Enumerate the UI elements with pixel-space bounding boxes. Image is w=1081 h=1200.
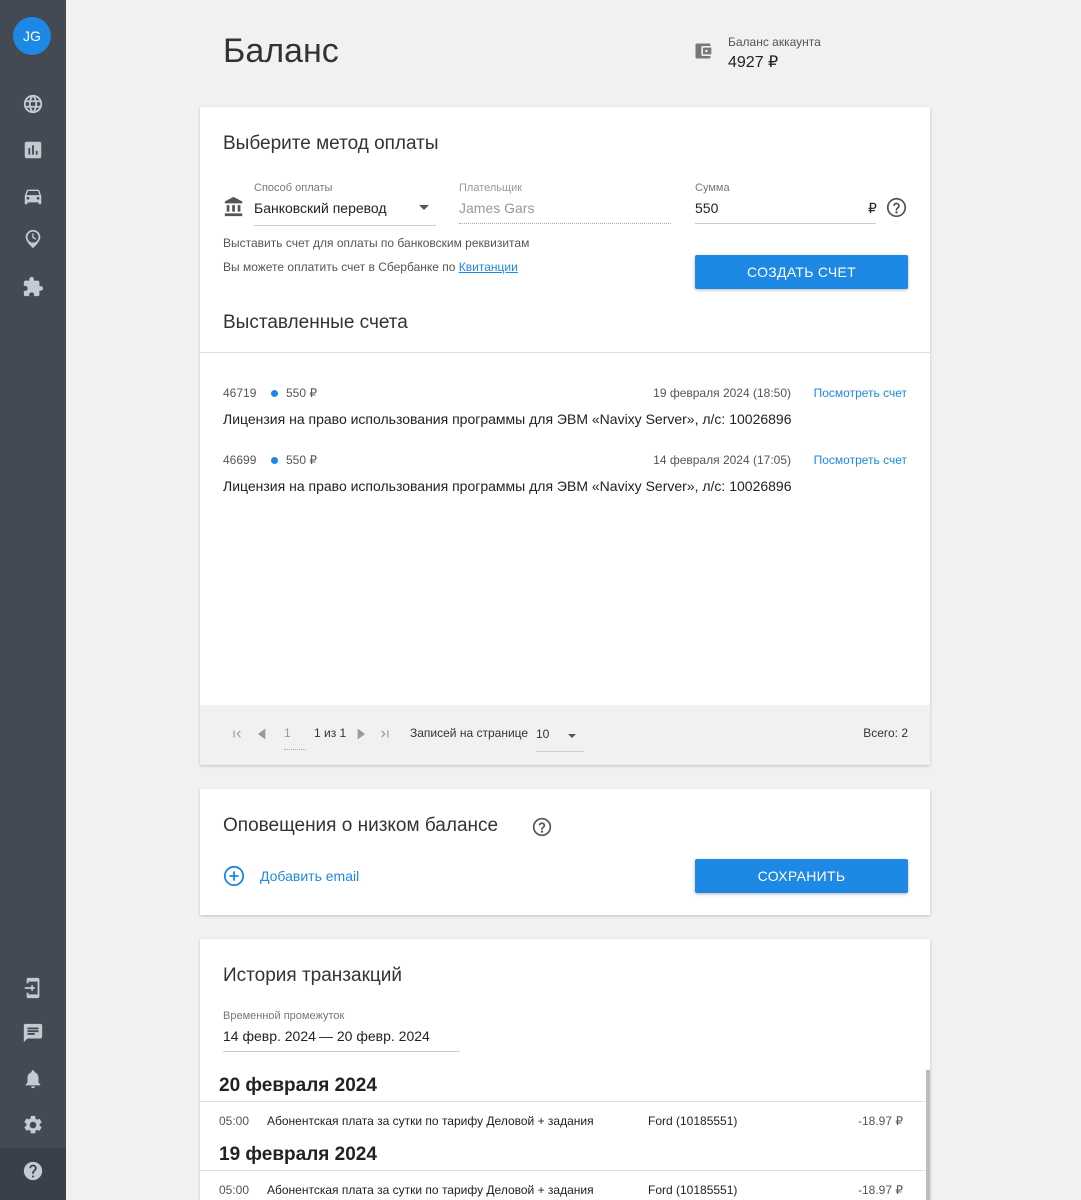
transaction-object: Ford (10185551) — [648, 1114, 738, 1128]
page-of-label: 1 из 1 — [314, 726, 347, 740]
help-icon[interactable] — [21, 1159, 45, 1183]
view-invoice-link[interactable]: Посмотреть счет — [814, 453, 907, 467]
page-title: Баланс — [223, 32, 339, 70]
payment-method-value: Банковский перевод — [254, 200, 387, 216]
transaction-amount: -18.97 ₽ — [858, 1183, 903, 1197]
period-end: — 20 февр. 2024 — [319, 1028, 430, 1044]
add-email-button[interactable]: Добавить email — [223, 865, 383, 889]
invoice-date: 19 февраля 2024 (18:50) — [653, 386, 791, 400]
page-number-input[interactable]: 1 — [284, 726, 291, 740]
save-button[interactable]: СОХРАНИТЬ — [695, 859, 908, 893]
sidebar: JG — [0, 0, 66, 1200]
low-balance-card: Оповещения о низком балансе Добавить ema… — [200, 789, 930, 915]
invoice-description: Лицензия на право использования программ… — [223, 411, 792, 427]
sum-underline — [695, 223, 876, 224]
car-icon[interactable] — [21, 184, 45, 208]
period-label: Временной промежуток — [223, 1010, 345, 1022]
pagination: 1 1 из 1 Записей на странице 10 Всего: 2 — [200, 705, 930, 765]
next-page-icon[interactable] — [353, 726, 369, 747]
wallet-icon — [693, 41, 713, 61]
help-icon[interactable] — [886, 197, 907, 218]
page-input-underline — [284, 749, 306, 750]
avatar[interactable]: JG — [13, 17, 51, 55]
invoices-divider — [200, 352, 930, 353]
add-email-label: Добавить email — [260, 868, 360, 884]
last-page-icon[interactable] — [378, 727, 392, 746]
invoice-number: 46699 — [223, 453, 257, 467]
per-page-value: 10 — [536, 727, 550, 741]
clock-pin-icon[interactable] — [21, 227, 45, 251]
transaction-date-header: 20 февраля 2024 — [219, 1075, 377, 1096]
invoice-amount: 550 ₽ — [286, 386, 317, 400]
create-invoice-button[interactable]: СОЗДАТЬ СЧЕТ — [695, 255, 908, 289]
transaction-divider — [200, 1101, 926, 1102]
chevron-down-icon — [419, 205, 429, 210]
currency-symbol: ₽ — [868, 200, 877, 216]
chart-icon[interactable] — [21, 138, 45, 162]
payment-method-select[interactable]: Банковский перевод — [254, 199, 436, 225]
sberbank-helper-text: Вы можете оплатить счет в Сбербанке по — [223, 260, 459, 274]
transactions-title: История транзакций — [223, 965, 402, 986]
payer-input[interactable]: James Gars — [459, 199, 671, 223]
payment-method-title: Выберите метод оплаты — [223, 133, 439, 154]
prev-page-icon[interactable] — [254, 726, 270, 747]
help-icon[interactable] — [532, 817, 552, 837]
per-page-underline — [536, 751, 584, 752]
low-balance-title: Оповещения о низком балансе — [223, 815, 499, 836]
sum-value: 550 — [695, 200, 719, 216]
transactions-card: История транзакций Временной промежуток … — [200, 939, 930, 1200]
payment-method-underline — [254, 225, 436, 226]
invoice-description: Лицензия на право использования программ… — [223, 478, 792, 494]
view-invoice-link[interactable]: Посмотреть счет — [814, 386, 907, 400]
transaction-time: 05:00 — [219, 1183, 250, 1197]
transaction-date-header: 19 февраля 2024 — [219, 1144, 377, 1165]
device-add-icon[interactable] — [21, 976, 45, 1000]
payment-method-label: Способ оплаты — [254, 182, 333, 194]
payer-label: Плательщик — [459, 182, 523, 194]
gear-icon[interactable] — [21, 1113, 45, 1137]
globe-icon[interactable] — [21, 92, 45, 116]
bell-icon[interactable] — [21, 1067, 45, 1091]
period-start: 14 февр. 2024 — [223, 1028, 316, 1044]
sberbank-helper: Вы можете оплатить счет в Сбербанке по К… — [223, 260, 518, 274]
scrollbar[interactable] — [926, 1070, 930, 1200]
invoices-title: Выставленные счета — [223, 312, 408, 333]
payer-underline — [459, 223, 671, 224]
transaction-description: Абонентская плата за сутки по тарифу Дел… — [267, 1114, 594, 1128]
invoice-number: 46719 — [223, 386, 257, 400]
bank-icon — [223, 196, 245, 218]
sum-input[interactable]: 550 ₽ — [695, 199, 877, 223]
transaction-time: 05:00 — [219, 1114, 250, 1128]
transaction-divider — [200, 1170, 926, 1171]
payment-card: Выберите метод оплаты Способ оплаты Банк… — [200, 107, 930, 765]
add-circle-icon — [223, 865, 245, 892]
chevron-down-icon — [568, 734, 576, 738]
receipt-link[interactable]: Квитанции — [459, 260, 518, 274]
sum-label: Сумма — [695, 182, 730, 194]
balance-label: Баланс аккаунта — [728, 35, 821, 49]
payer-placeholder: James Gars — [459, 200, 535, 216]
transaction-object: Ford (10185551) — [648, 1183, 738, 1197]
bank-transfer-helper: Выставить счет для оплаты по банковским … — [223, 236, 530, 250]
period-picker[interactable]: 14 февр. 2024 — 20 февр. 2024 — [223, 1027, 460, 1051]
per-page-label: Записей на странице — [410, 726, 529, 740]
per-page-select[interactable]: 10 — [536, 725, 584, 751]
invoice-amount: 550 ₽ — [286, 453, 317, 467]
total-count: Всего: 2 — [863, 726, 908, 740]
status-dot — [271, 390, 278, 397]
period-underline — [223, 1051, 460, 1052]
chat-icon[interactable] — [21, 1021, 45, 1045]
status-dot — [271, 457, 278, 464]
invoice-date: 14 февраля 2024 (17:05) — [653, 453, 791, 467]
puzzle-icon[interactable] — [21, 275, 45, 299]
transaction-amount: -18.97 ₽ — [858, 1114, 903, 1128]
balance-value: 4927 ₽ — [728, 54, 779, 71]
first-page-icon[interactable] — [230, 727, 244, 746]
transaction-description: Абонентская плата за сутки по тарифу Дел… — [267, 1183, 594, 1197]
